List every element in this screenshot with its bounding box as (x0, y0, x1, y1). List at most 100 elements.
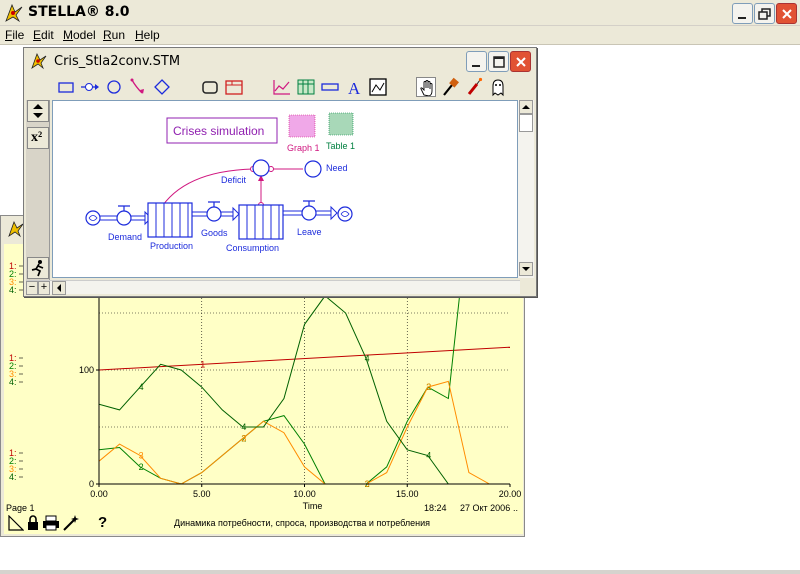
minimize-button[interactable] (732, 3, 753, 24)
restore-button[interactable] (754, 3, 775, 24)
series-marker-4: 4 (139, 382, 144, 392)
arrow-left-icon (57, 284, 61, 292)
model-horizontal-scrollbar[interactable]: − + (26, 280, 520, 295)
x-tick-label: 20.00 (499, 489, 522, 499)
table-pad-icon[interactable] (328, 112, 354, 136)
graph-pad-icon[interactable] (288, 114, 316, 138)
stock-consumption[interactable] (238, 204, 284, 240)
menu-file[interactable]: File (5, 28, 24, 42)
scroll-up-button[interactable] (519, 100, 533, 114)
x-tick-label: 10.00 (293, 489, 316, 499)
converter-tool-icon[interactable] (104, 77, 124, 97)
magic-wand-icon[interactable] (62, 514, 80, 532)
numeric-display-tool-icon[interactable] (320, 77, 340, 97)
table-tool-icon[interactable] (296, 77, 316, 97)
ghost-tool-icon[interactable] (488, 77, 508, 97)
menu-run[interactable]: Run (103, 28, 125, 42)
model-close-button[interactable] (510, 51, 531, 72)
legend-series-number: 4: (9, 377, 17, 387)
sink-cloud-icon (337, 206, 353, 222)
close-icon (516, 57, 526, 67)
up-down-arrows-icon (33, 104, 43, 118)
page-corner-icon[interactable] (8, 515, 24, 531)
model-titlebar[interactable]: Cris_Stla2conv.STM (24, 48, 536, 74)
x-axis-title: Time (303, 501, 323, 511)
lock-icon[interactable] (26, 515, 40, 531)
running-man-icon (31, 260, 44, 277)
paintbrush-tool-icon[interactable] (440, 77, 460, 97)
footer-time: 18:24 (424, 503, 447, 513)
series-marker-1: 1 (200, 359, 205, 369)
hand-tool-icon[interactable] (416, 77, 436, 97)
stella-logo-icon (5, 3, 23, 23)
model-minimize-button[interactable] (466, 51, 487, 72)
sector-tool-icon[interactable] (224, 77, 244, 97)
model-title: Cris_Stla2conv.STM (54, 54, 181, 69)
stock-label-production: Production (150, 241, 193, 251)
menu-bar: File Edit Model Run Help (0, 26, 800, 45)
series-marker-3: 3 (426, 382, 431, 392)
menu-edit[interactable]: Edit (33, 28, 54, 42)
decision-tool-icon[interactable] (152, 77, 172, 97)
stock-flow-diagram: Crises simulation Graph 1 Table 1 Defici… (85, 112, 355, 253)
graph-pad-label: Graph 1 (287, 143, 320, 153)
picture-tool-icon[interactable] (368, 77, 388, 97)
text-tool-icon[interactable]: A (344, 77, 364, 97)
text-box-label: Crises simulation (173, 124, 264, 138)
model-vertical-scrollbar[interactable] (518, 100, 534, 278)
model-diagram-canvas[interactable]: Crises simulation Graph 1 Table 1 Defici… (52, 100, 518, 278)
close-icon (782, 9, 792, 19)
chart-legend: 1:2:3:4:1:2:3:4:1:2:3:4: (9, 261, 23, 482)
model-window[interactable]: Cris_Stla2conv.STM A x² Crises simulatio… (23, 47, 537, 297)
app-titlebar: STELLA® 8.0 (0, 0, 800, 26)
menu-help[interactable]: Help (135, 28, 160, 42)
dynamite-tool-icon[interactable] (464, 77, 484, 97)
connector-tool-icon[interactable] (128, 77, 148, 97)
table-pad-label: Table 1 (326, 141, 355, 151)
x-tick-label: 0.00 (90, 489, 108, 499)
flow-label-goods: Goods (201, 228, 228, 238)
page-label: Page 1 (6, 503, 35, 513)
minimize-icon (738, 17, 746, 19)
model-maximize-button[interactable] (488, 51, 509, 72)
close-button[interactable] (776, 3, 797, 24)
scroll-left-button[interactable] (52, 281, 66, 295)
button-tool-icon[interactable] (200, 77, 220, 97)
converter-need[interactable] (304, 160, 322, 178)
series-marker-4: 4 (426, 451, 431, 461)
flow-label-leave: Leave (297, 227, 322, 237)
maximize-icon (493, 56, 505, 68)
minimize-icon (472, 65, 480, 67)
vertical-scroll-thumb[interactable] (519, 114, 533, 132)
series-marker-2: 2 (139, 462, 144, 472)
equation-mode-button[interactable]: x² (27, 127, 49, 149)
run-controller-button[interactable] (27, 257, 49, 279)
arrow-up-icon (522, 105, 530, 109)
print-icon[interactable] (42, 515, 60, 531)
stock-production[interactable] (147, 202, 193, 238)
series-line-4 (99, 295, 510, 485)
layer-up-down-button[interactable] (27, 100, 49, 122)
zoom-out-button[interactable]: − (26, 281, 38, 295)
menu-model[interactable]: Model (63, 28, 96, 42)
converter-deficit[interactable] (252, 159, 270, 177)
help-icon[interactable]: ? (98, 514, 107, 531)
graph-tool-icon[interactable] (272, 77, 292, 97)
zoom-in-button[interactable]: + (38, 281, 50, 295)
taskbar-strip (0, 570, 800, 574)
flow-tool-icon[interactable] (80, 77, 100, 97)
flow-valve-leave[interactable] (301, 200, 317, 221)
stock-label-consumption: Consumption (226, 243, 279, 253)
model-logo-icon (31, 52, 47, 70)
flow-valve-demand[interactable] (116, 205, 132, 226)
flow-valve-goods[interactable] (206, 201, 222, 222)
scroll-down-button[interactable] (519, 262, 533, 276)
series-marker-3: 3 (139, 451, 144, 461)
stock-tool-icon[interactable] (56, 77, 76, 97)
model-sidebar: x² (26, 100, 50, 280)
flow-arrow (232, 206, 240, 222)
footer-dots: .. (513, 503, 519, 513)
x-squared-label: x² (31, 130, 43, 145)
flow-arrow (330, 205, 338, 221)
y-tick-label: 0 (89, 479, 94, 489)
